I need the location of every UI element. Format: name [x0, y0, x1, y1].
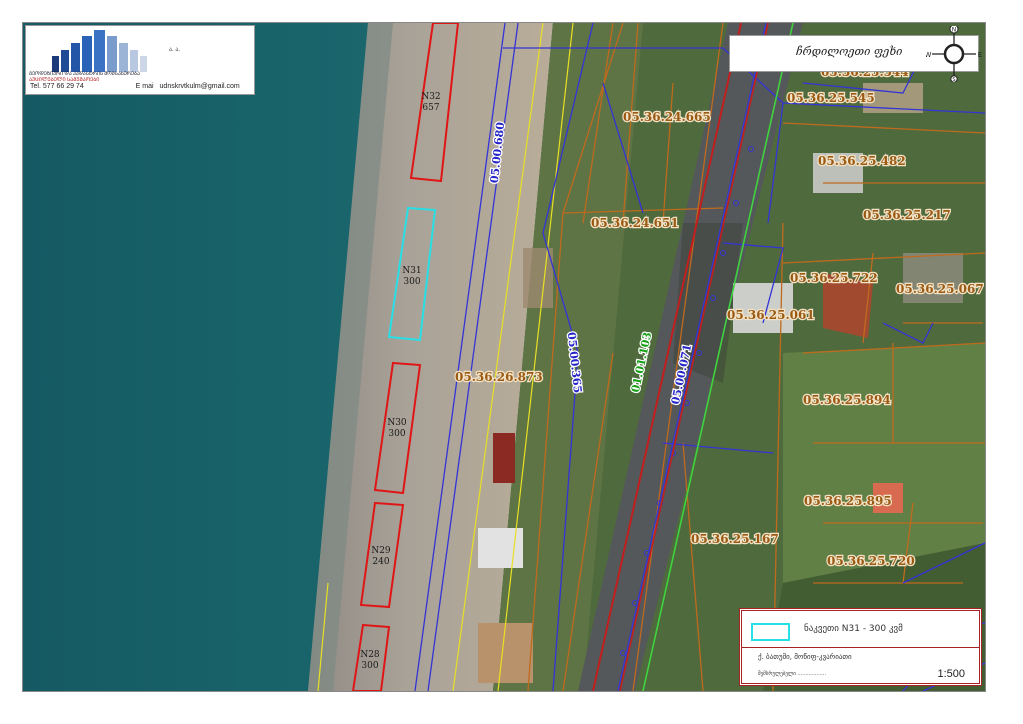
parcel-label: 05.36.26.873	[455, 370, 543, 384]
svg-text:N32657: N32 657	[421, 92, 440, 113]
building	[478, 623, 533, 683]
company-header: ა. ა. ᲒᲔᲝᲓᲔᲖᲘᲣᲠᲘ ᲓᲐ ᲙᲐᲓᲐᲡᲢᲠᲘᲡ ᲛᲝᲛᲡᲐᲮᲣᲠᲔᲑ…	[25, 25, 255, 95]
plot-n31-number: N31	[402, 266, 421, 276]
plot-n32-number: N32	[421, 92, 440, 102]
legend-footer: შემსრულებელი ..................	[758, 671, 827, 677]
legend-swatch-selected-plot	[751, 623, 790, 641]
svg-text:N30300: N30 300	[387, 418, 407, 439]
svg-text:N28300: N28 300	[360, 650, 380, 671]
vegetation-patch-light	[783, 343, 985, 583]
legend-divider	[742, 647, 979, 648]
compass-icon: N S W E	[926, 26, 982, 82]
north-indicator: ჩრდილოეთი ფეხი N S W E	[729, 26, 982, 82]
plot-n30-number: N30	[387, 418, 407, 428]
north-label: ჩრდილოეთი ფეხი	[796, 45, 903, 58]
logo-small-text: ა. ა.	[169, 47, 181, 53]
parcel-label: 05.36.25.167	[691, 532, 779, 546]
parcel-label: 05.36.25.067	[896, 282, 984, 296]
company-logo	[52, 30, 147, 72]
compass-e: E	[978, 51, 982, 59]
parcel-label: 05.36.25.545	[787, 91, 875, 105]
building	[523, 248, 553, 308]
svg-text:N31300: N31 300	[402, 266, 421, 287]
email-label: E mai	[135, 83, 154, 90]
plot-n29-number: N29	[371, 546, 391, 556]
compass-w: W	[926, 51, 932, 59]
aerial-map[interactable]: N32 657 N31 300 N30 300 N29 240 N28 300 05.36…	[23, 23, 985, 691]
building	[478, 528, 523, 568]
parcel-label: 05.36.25.720	[827, 554, 915, 568]
phone-text: Tel. 577 66 29 74	[30, 83, 84, 90]
parcel-label: 05.36.25.722	[790, 271, 878, 285]
parcel-label: 05.36.24.665	[623, 110, 711, 124]
plot-n32-area: 657	[422, 103, 439, 113]
parcel-label: 05.36.25.217	[863, 208, 951, 222]
contact-row: Tel. 577 66 29 74 E mai udnskrvtkulm@gma…	[30, 83, 244, 90]
parcel-label: 05.36.25.061	[727, 308, 815, 322]
parcel-label: 05.36.25.894	[803, 393, 891, 407]
map-frame[interactable]: N32 657 N31 300 N30 300 N29 240 N28 300 05.36…	[22, 22, 986, 692]
email-link[interactable]: udnskrvtkulm@gmail.com	[160, 83, 240, 90]
map-legend: ნაკვეთი N31 - 300 კვმ ქ. ბათუმი, მოწიფ-კ…	[739, 608, 982, 686]
legend-plot-text: ნაკვეთი N31 - 300 კვმ	[804, 624, 903, 634]
plot-n28-number: N28	[360, 650, 380, 660]
map-scale: 1:500	[937, 668, 965, 680]
plot-n31-area: 300	[403, 277, 420, 287]
building	[493, 433, 515, 483]
parcel-label: 05.36.25.895	[804, 494, 892, 508]
compass-n: N	[952, 27, 957, 34]
parcel-label: 05.36.25.482	[818, 154, 906, 168]
plot-n28-area: 300	[361, 661, 378, 671]
svg-text:N29240: N29 240	[371, 546, 391, 567]
compass-s: S	[952, 77, 955, 82]
parcel-label: 05.36.24.651	[591, 216, 679, 230]
plot-n30-area: 300	[388, 429, 405, 439]
legend-location: ქ. ბათუმი, მოწიფ-კვარიათი	[758, 653, 852, 661]
plot-n29-area: 240	[372, 557, 389, 567]
